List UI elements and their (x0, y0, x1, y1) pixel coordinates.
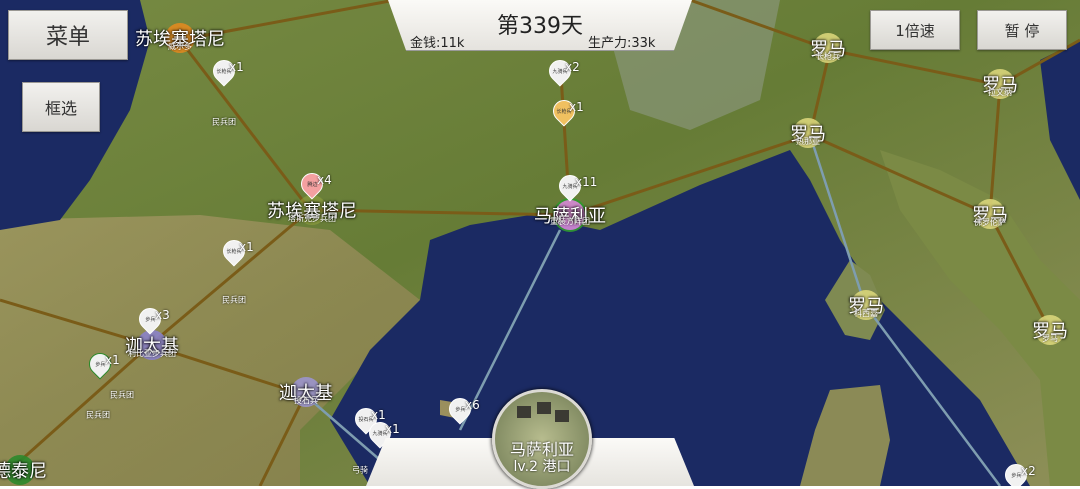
city-garrison: 塔斯克步兵团 (288, 214, 336, 223)
map-label: 民兵团 (222, 295, 246, 305)
army-marker[interactable]: 步兵 x3 (134, 303, 170, 335)
menu-button[interactable]: 菜单 (8, 10, 128, 60)
city-garrison: 长枪兵 (816, 52, 840, 61)
selected-city-level: lv.2 港口 (513, 459, 571, 475)
army-count: x2 (565, 60, 580, 74)
army-marker[interactable]: 步兵 x6 (444, 393, 480, 425)
army-count: x1 (371, 408, 386, 422)
army-count: x11 (575, 175, 598, 189)
army-count: x1 (239, 240, 254, 254)
army-marker[interactable]: 九骑兵 x11 (554, 170, 597, 202)
city-marker[interactable]: 罗马 佛罗伦萨 (972, 199, 1008, 229)
army-marker[interactable]: 步兵 x2 (1000, 459, 1036, 486)
army-count: x1 (229, 60, 244, 74)
army-count: x1 (105, 353, 120, 367)
army-count: x4 (317, 173, 332, 187)
city-marker[interactable]: 迦太基 投石兵 (279, 377, 333, 407)
port-building-icon (555, 410, 569, 422)
city-name: 德泰尼 (0, 461, 47, 482)
map-label: 民兵团 (110, 390, 134, 400)
city-marker[interactable]: 罗马 长枪兵 (810, 33, 846, 63)
city-marker[interactable]: 马萨利亚 重装方阵团 (534, 198, 606, 232)
city-garrison: 罗马 (1042, 334, 1058, 343)
port-building-icon (537, 402, 551, 414)
city-garrison: 科西嘉 (854, 309, 878, 318)
port-building-icon (517, 406, 531, 418)
pause-button[interactable]: 暂 停 (977, 10, 1067, 50)
status-bar: 第339天 金钱:11k 生产力:33k (388, 0, 692, 51)
city-marker[interactable]: 苏埃塞塔尼 威尔多 (135, 23, 225, 53)
money-display: 金钱:11k (410, 36, 465, 51)
army-count: x3 (155, 308, 170, 322)
map-label: 弓骑 (352, 465, 368, 475)
army-marker[interactable]: 腾边 x4 (296, 168, 332, 200)
army-marker[interactable]: 步兵 x1 (84, 348, 120, 380)
city-garrison: 威尔多 (168, 42, 192, 51)
city-garrison: 重装方阵团 (550, 217, 590, 226)
city-marker[interactable]: 罗马 科西嘉 (848, 290, 884, 320)
army-marker[interactable]: 长枪兵 x1 (208, 55, 244, 87)
army-count: x6 (465, 398, 480, 412)
production-display: 生产力:33k (588, 36, 656, 51)
city-marker[interactable]: 罗马 热那亚 (790, 118, 826, 148)
city-garrison: 利比亚步兵团 (128, 349, 176, 358)
army-count: x1 (569, 100, 584, 114)
map-label: 民兵团 (212, 117, 236, 127)
army-marker[interactable]: 长枪兵 x1 (218, 235, 254, 267)
army-count: x2 (1021, 464, 1036, 478)
city-marker[interactable]: 罗马 拉文纳 (982, 69, 1018, 99)
army-marker[interactable]: 九骑兵 x2 (544, 55, 580, 87)
army-count: x1 (385, 422, 400, 436)
map-label: 民兵团 (86, 410, 110, 420)
city-garrison: 投石兵 (294, 396, 318, 405)
city-marker[interactable]: 罗马 罗马 (1032, 315, 1068, 345)
city-marker[interactable]: 德泰尼 (0, 455, 47, 485)
city-garrison: 佛罗伦萨 (974, 218, 1006, 227)
box-select-button[interactable]: 框选 (22, 82, 100, 132)
army-marker[interactable]: 长枪兵 x1 (548, 95, 584, 127)
selected-city-portrait[interactable]: 马萨利亚 lv.2 港口 (492, 389, 592, 489)
city-garrison: 热那亚 (796, 137, 820, 146)
speed-button[interactable]: 1倍速 (870, 10, 960, 50)
city-garrison: 拉文纳 (988, 88, 1012, 97)
city-marker[interactable]: 迦太基 利比亚步兵团 (125, 330, 179, 360)
